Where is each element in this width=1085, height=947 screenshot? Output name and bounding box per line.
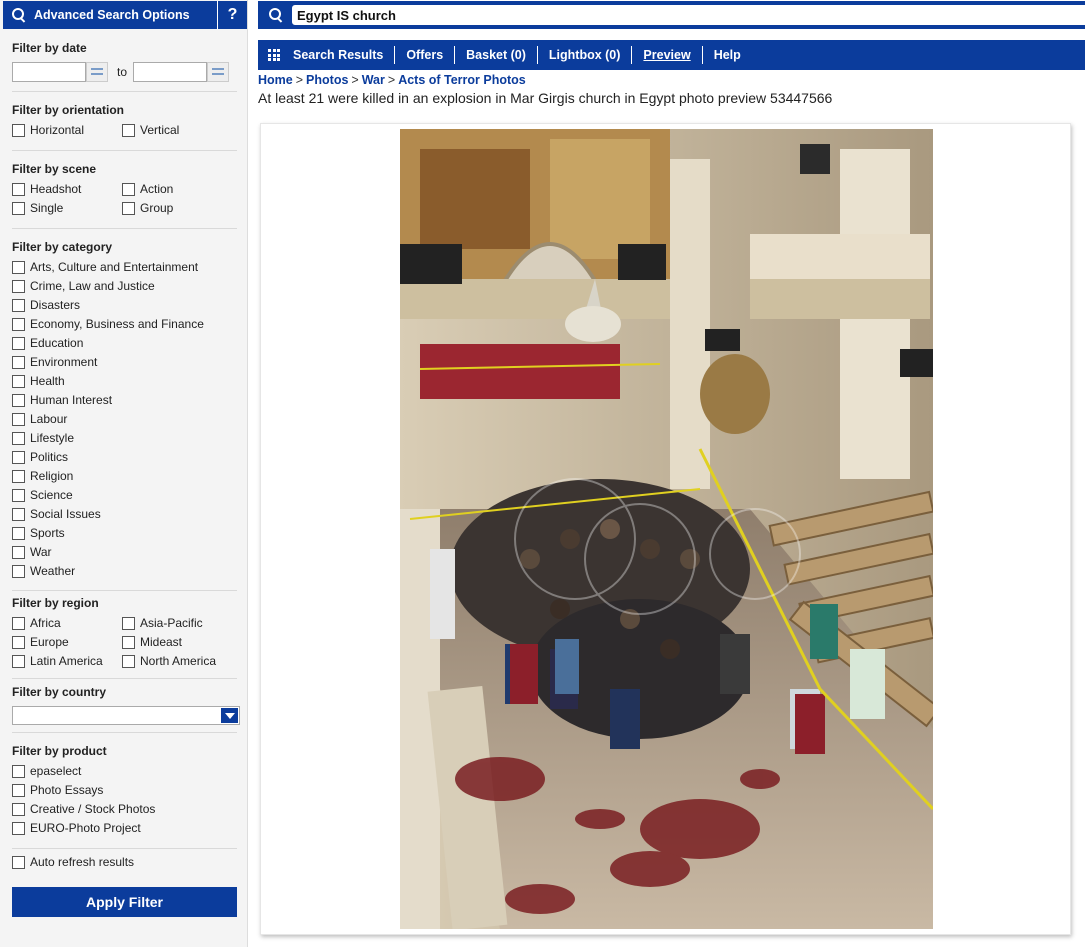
photo-caption: At least 21 were killed in an explosion … — [258, 90, 833, 106]
category-checkbox[interactable]: Crime, Law and Justice — [12, 279, 155, 293]
advanced-search-sidebar: Advanced Search Options ? Filter by date… — [0, 0, 248, 947]
scene-action-checkbox[interactable]: Action — [122, 182, 173, 196]
breadcrumb-home[interactable]: Home — [258, 73, 293, 87]
nav-help[interactable]: Help — [701, 46, 752, 64]
breadcrumb: Home > Photos > War > Acts of Terror Photos — [258, 73, 526, 87]
category-checkbox[interactable]: Economy, Business and Finance — [12, 317, 204, 331]
nav-basket[interactable]: Basket (0) — [454, 46, 537, 64]
filter-scene-title: Filter by scene — [12, 162, 97, 176]
search-input[interactable] — [292, 5, 1085, 25]
category-checkbox[interactable]: Sports — [12, 526, 65, 540]
divider — [12, 732, 237, 733]
category-checkbox[interactable]: Arts, Culture and Entertainment — [12, 260, 198, 274]
product-creative-stock-checkbox[interactable]: Creative / Stock Photos — [12, 802, 155, 816]
breadcrumb-photos[interactable]: Photos — [306, 73, 348, 87]
search-icon — [12, 8, 26, 22]
region-latin-america-checkbox[interactable]: Latin America — [12, 654, 103, 668]
scene-group-checkbox[interactable]: Group — [122, 201, 173, 215]
orientation-horizontal-checkbox[interactable]: Horizontal — [12, 123, 84, 137]
calendar-from-icon[interactable] — [86, 62, 108, 82]
region-mideast-checkbox[interactable]: Mideast — [122, 635, 182, 649]
category-checkbox[interactable]: War — [12, 545, 52, 559]
divider — [12, 590, 237, 591]
grid-icon — [268, 49, 280, 61]
product-euro-photo-checkbox[interactable]: EURO-Photo Project — [12, 821, 141, 835]
divider — [12, 678, 237, 679]
church-photo[interactable] — [400, 129, 933, 929]
date-to-label: to — [117, 65, 128, 79]
nav-search-results[interactable]: Search Results — [290, 46, 394, 64]
divider — [12, 228, 237, 229]
nav-preview[interactable]: Preview — [631, 46, 701, 64]
scene-single-checkbox[interactable]: Single — [12, 201, 63, 215]
date-from-input[interactable] — [12, 62, 86, 82]
filter-product-title: Filter by product — [12, 744, 107, 758]
church-photo-image — [400, 129, 933, 929]
category-checkbox[interactable]: Human Interest — [12, 393, 112, 407]
nav-lightbox[interactable]: Lightbox (0) — [536, 46, 632, 64]
divider — [12, 91, 237, 92]
search-bar — [258, 1, 1085, 29]
filter-country-title: Filter by country — [12, 685, 107, 699]
orientation-vertical-checkbox[interactable]: Vertical — [122, 123, 179, 137]
category-checkbox[interactable]: Labour — [12, 412, 67, 426]
category-checkbox[interactable]: Social Issues — [12, 507, 101, 521]
product-epaselect-checkbox[interactable]: epaselect — [12, 764, 81, 778]
chevron-down-icon[interactable] — [221, 708, 238, 723]
filter-orientation-title: Filter by orientation — [12, 103, 125, 117]
category-checkbox[interactable]: Environment — [12, 355, 97, 369]
category-checkbox[interactable]: Religion — [12, 469, 73, 483]
category-checkbox[interactable]: Weather — [12, 564, 75, 578]
category-checkbox[interactable]: Lifestyle — [12, 431, 74, 445]
advanced-search-header[interactable]: Advanced Search Options ? — [3, 1, 247, 29]
divider — [12, 848, 237, 849]
auto-refresh-checkbox[interactable]: Auto refresh results — [12, 855, 134, 869]
filter-date-title: Filter by date — [12, 41, 87, 55]
nav-offers[interactable]: Offers — [394, 46, 454, 64]
country-select[interactable] — [12, 706, 240, 725]
region-asia-pacific-checkbox[interactable]: Asia-Pacific — [122, 616, 203, 630]
region-africa-checkbox[interactable]: Africa — [12, 616, 61, 630]
advanced-search-title: Advanced Search Options — [34, 8, 190, 22]
scene-headshot-checkbox[interactable]: Headshot — [12, 182, 81, 196]
divider — [12, 150, 237, 151]
breadcrumb-acts-of-terror[interactable]: Acts of Terror Photos — [398, 73, 526, 87]
filter-category-title: Filter by category — [12, 240, 113, 254]
product-photo-essays-checkbox[interactable]: Photo Essays — [12, 783, 103, 797]
apply-filter-button[interactable]: Apply Filter — [12, 887, 237, 917]
help-button[interactable]: ? — [217, 1, 247, 29]
category-checkbox[interactable]: Politics — [12, 450, 68, 464]
category-checkbox[interactable]: Disasters — [12, 298, 80, 312]
photo-preview-panel — [260, 123, 1071, 935]
search-icon[interactable] — [269, 8, 283, 22]
date-to-input[interactable] — [133, 62, 207, 82]
region-north-america-checkbox[interactable]: North America — [122, 654, 216, 668]
region-europe-checkbox[interactable]: Europe — [12, 635, 69, 649]
calendar-to-icon[interactable] — [207, 62, 229, 82]
filter-region-title: Filter by region — [12, 596, 99, 610]
category-checkbox[interactable]: Education — [12, 336, 83, 350]
breadcrumb-war[interactable]: War — [362, 73, 385, 87]
category-checkbox[interactable]: Health — [12, 374, 65, 388]
main-navbar: Search Results Offers Basket (0) Lightbo… — [258, 40, 1085, 70]
category-checkbox[interactable]: Science — [12, 488, 73, 502]
